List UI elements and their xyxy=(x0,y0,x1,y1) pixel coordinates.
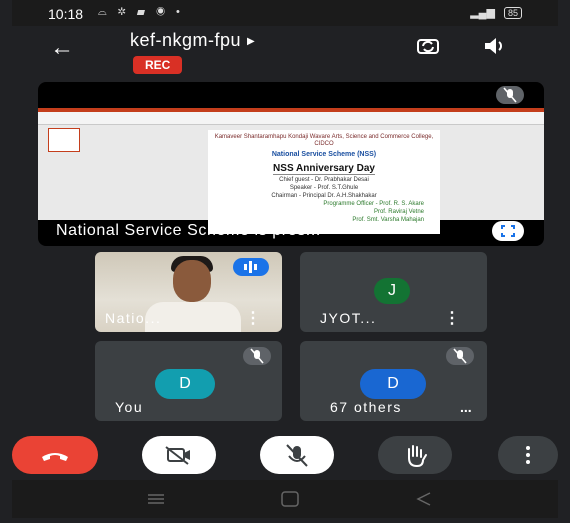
vertical-dots-icon xyxy=(526,446,530,464)
ribbon-accent xyxy=(38,108,544,112)
muted-mic-icon xyxy=(496,86,524,104)
avatar: D xyxy=(360,369,426,399)
slide-speaker: Speaker - Prof. S.T.Ghule xyxy=(289,185,359,191)
battery-level: 85 xyxy=(507,8,518,18)
switch-camera-icon[interactable] xyxy=(415,36,441,56)
camera-toggle-button[interactable] xyxy=(142,436,216,474)
home-icon[interactable] xyxy=(281,491,299,507)
meet-screen: 10:18 ⌓ ✲ ▰ ◉ • ▂▄▆ 85 ← kef-nkgm-fpu ▶ R… xyxy=(12,0,558,518)
slide-org: Kamaveer Shantaramhapu Kondaji Wavare Ar… xyxy=(214,134,434,147)
slide-chief-guest: Chief guest - Dr. Prabhakar Desai xyxy=(279,177,369,183)
slide-title: NSS Anniversary Day xyxy=(273,163,375,175)
participant-tile[interactable]: D 67 others ... xyxy=(300,341,487,421)
participant-tile[interactable]: Natio... ⋮ xyxy=(95,252,282,332)
slide-thumbnail xyxy=(48,128,80,152)
speaking-indicator-icon xyxy=(233,258,269,276)
meeting-code[interactable]: kef-nkgm-fpu ▶ xyxy=(130,30,255,51)
shared-screen: Kamaveer Shantaramhapu Kondaji Wavare Ar… xyxy=(38,108,544,234)
more-options-icon[interactable]: ⋮ xyxy=(444,308,460,328)
avatar-letter: D xyxy=(179,375,191,392)
status-bar: 10:18 ⌓ ✲ ▰ ◉ • ▂▄▆ 85 xyxy=(12,0,558,26)
battery-icon: 85 xyxy=(503,7,522,19)
meeting-code-text: kef-nkgm-fpu xyxy=(130,30,242,50)
video-person-head xyxy=(173,260,211,302)
back-nav-icon[interactable] xyxy=(416,492,431,506)
participant-tile[interactable]: D You xyxy=(95,341,282,421)
hang-up-icon xyxy=(42,453,68,461)
mic-off-icon xyxy=(286,444,308,467)
participant-name: You xyxy=(115,399,144,415)
raise-hand-button[interactable] xyxy=(378,436,452,474)
speaker-icon[interactable] xyxy=(482,36,508,56)
recording-badge: REC xyxy=(133,56,183,74)
presentation-caption: National Service Scheme is pres... xyxy=(56,222,321,239)
back-arrow-icon[interactable]: ← xyxy=(50,34,74,62)
more-options-icon[interactable]: ⋮ xyxy=(245,308,261,328)
call-controls xyxy=(12,432,558,476)
avatar-letter: J xyxy=(388,282,396,299)
slide-programme-officer: Programme Officer - Prof. R. S. Akare xyxy=(323,201,424,207)
recent-apps-icon[interactable] xyxy=(148,494,164,504)
avatar-letter: D xyxy=(387,375,399,392)
meeting-header: ← kef-nkgm-fpu ▶ REC xyxy=(12,26,558,80)
presentation-tile[interactable]: Kamaveer Shantaramhapu Kondaji Wavare Ar… xyxy=(38,82,544,246)
hand-icon xyxy=(408,445,427,468)
participant-tile[interactable]: J JYOT... ⋮ xyxy=(300,252,487,332)
slide-chairman: Chairman - Principal Dr. A.H.Shakhakar xyxy=(271,193,377,199)
end-call-button[interactable] xyxy=(12,436,98,474)
slide-officer-2: Prof. Raviraj Vetne xyxy=(373,209,424,215)
mic-toggle-button[interactable] xyxy=(260,436,334,474)
fullscreen-icon[interactable] xyxy=(492,221,524,241)
status-time: 10:18 xyxy=(48,6,84,22)
muted-mic-icon xyxy=(446,347,474,365)
notification-icons: ⌓ ✲ ▰ ◉ • xyxy=(98,6,184,18)
powerpoint-ribbon xyxy=(38,108,544,125)
more-options-button[interactable] xyxy=(498,436,558,474)
avatar: J xyxy=(374,278,410,304)
slide-content: Kamaveer Shantaramhapu Kondaji Wavare Ar… xyxy=(208,130,440,234)
camera-off-icon xyxy=(165,446,190,465)
more-options-icon[interactable]: ... xyxy=(460,399,472,415)
system-nav-bar xyxy=(12,480,558,518)
caret-right-icon: ▶ xyxy=(247,35,256,47)
participant-name: 67 others xyxy=(330,399,402,415)
participant-name: JYOT... xyxy=(320,310,377,326)
participant-name: Natio... xyxy=(105,310,162,326)
slide-nss: National Service Scheme (NSS) xyxy=(271,151,377,158)
signal-battery: ▂▄▆ 85 xyxy=(470,6,522,19)
muted-mic-icon xyxy=(243,347,271,365)
signal-icon: ▂▄▆ xyxy=(470,7,495,19)
avatar: D xyxy=(155,369,215,399)
